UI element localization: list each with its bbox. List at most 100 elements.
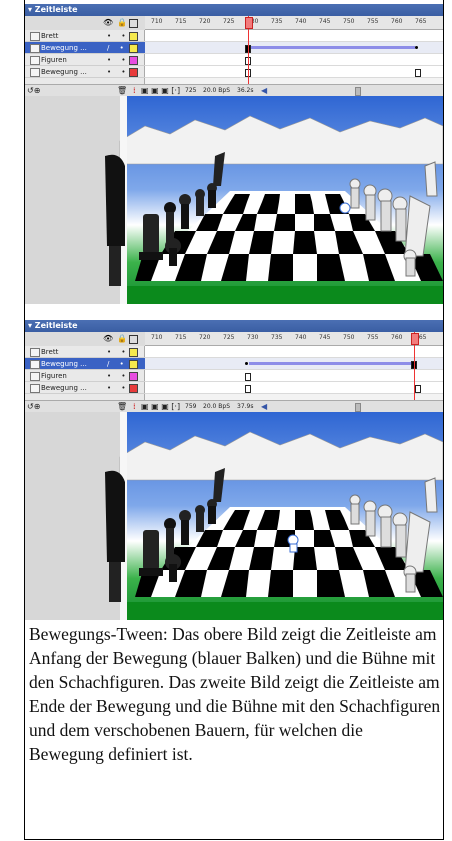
keyframe[interactable] <box>245 385 251 393</box>
chess-stage-image <box>105 96 443 304</box>
eye-icon[interactable]: 👁 <box>103 18 113 27</box>
layer-name: Figuren <box>41 372 67 380</box>
playhead-handle[interactable] <box>411 333 419 345</box>
layer-panel: 👁 🔒 Brett • • Bewegung ... / • • Figuren… <box>25 332 145 400</box>
layer-row-brett[interactable]: Brett • • <box>25 346 145 358</box>
outline-icon[interactable] <box>129 19 138 28</box>
tick-label: 735 <box>271 18 283 25</box>
frame-area[interactable]: 710 715 720 725 730 735 740 745 750 755 … <box>145 16 443 84</box>
layer-name: Bewegung ... <box>41 44 87 52</box>
layer-color-swatch[interactable] <box>129 32 138 41</box>
keyframe[interactable] <box>245 373 251 381</box>
tick-label: 720 <box>199 334 211 341</box>
tick-label: 725 <box>223 334 235 341</box>
layer-row-brett[interactable]: Brett • • <box>25 30 145 42</box>
tick-label: 735 <box>271 334 283 341</box>
layer-color-swatch[interactable] <box>129 372 138 381</box>
tick-label: 755 <box>367 334 379 341</box>
onion-skin-icons[interactable]: ▣ ▣ ▣ [·] <box>141 401 180 412</box>
tick-label: 710 <box>151 18 163 25</box>
layer-color-swatch[interactable] <box>129 384 138 393</box>
scroll-thumb[interactable] <box>355 403 361 412</box>
layer-color-swatch[interactable] <box>129 68 138 77</box>
current-frame: 759 <box>185 403 197 410</box>
layer-color-swatch[interactable] <box>129 44 138 53</box>
current-frame: 725 <box>185 87 197 94</box>
layer-name: Brett <box>41 32 59 40</box>
motion-tween-bar[interactable] <box>251 46 415 49</box>
figure-caption: Bewegungs-Tween: Das obere Bild zeigt di… <box>29 624 441 764</box>
frame-rate: 20.0 BpS <box>203 403 230 410</box>
layer-row-bewegung-selected[interactable]: Bewegung ... / • • <box>25 358 145 370</box>
frame-row[interactable] <box>145 370 443 382</box>
scroll-thumb[interactable] <box>355 87 361 96</box>
layer-icon <box>30 68 40 77</box>
tick-label: 740 <box>295 18 307 25</box>
layer-color-swatch[interactable] <box>129 360 138 369</box>
keyframe-dot[interactable] <box>245 362 248 365</box>
elapsed-time: 37.9s <box>237 403 254 410</box>
keyframe[interactable] <box>415 69 421 77</box>
layer-icon <box>30 372 40 381</box>
frame-row[interactable] <box>145 30 443 42</box>
layer-row-figuren[interactable]: Figuren • • <box>25 370 145 382</box>
trash-icon[interactable]: 🗑 <box>117 401 127 412</box>
frame-row[interactable] <box>145 42 443 54</box>
layer-header: 👁 🔒 <box>25 332 145 346</box>
stage[interactable] <box>25 412 443 620</box>
frame-rate: 20.0 BpS <box>203 87 230 94</box>
timeline-footer: ↺⊕ 🗑 ⁞ ▣ ▣ ▣ [·] 725 20.0 BpS 36.2s ◀ <box>25 84 443 96</box>
center-frame-icon[interactable]: ⁞ <box>133 401 136 412</box>
layer-row-figuren[interactable]: Figuren • • <box>25 54 145 66</box>
frame-row[interactable] <box>145 346 443 358</box>
frame-area[interactable]: 710 715 720 725 730 735 740 745 750 755 … <box>145 332 443 400</box>
tick-label: 760 <box>391 334 403 341</box>
frame-ruler[interactable]: 710 715 720 725 730 735 740 745 750 755 … <box>145 332 443 346</box>
motion-tween-bar[interactable] <box>249 362 411 365</box>
scroll-left-icon[interactable]: ◀ <box>261 401 267 412</box>
frame-row[interactable] <box>145 382 443 394</box>
layer-panel: 👁 🔒 Brett • • Bewegung ... / • • Figuren… <box>25 16 145 84</box>
timeline-footer: ↺⊕ 🗑 ⁞ ▣ ▣ ▣ [·] 759 20.0 BpS 37.9s ◀ <box>25 400 443 412</box>
add-layer-icon[interactable]: ↺⊕ <box>27 401 40 412</box>
tick-label: 720 <box>199 18 211 25</box>
layer-row-bewegung-2[interactable]: Bewegung ... • • <box>25 382 145 394</box>
frame-row[interactable] <box>145 358 443 370</box>
center-frame-icon[interactable]: ⁞ <box>133 85 136 96</box>
outline-icon[interactable] <box>129 335 138 344</box>
onion-skin-icons[interactable]: ▣ ▣ ▣ [·] <box>141 85 180 96</box>
eye-icon[interactable]: 👁 <box>103 334 113 343</box>
layer-icon <box>30 32 40 41</box>
tick-label: 725 <box>223 18 235 25</box>
frame-row[interactable] <box>145 66 443 78</box>
timeline-title[interactable]: ▾ Zeitleiste <box>25 4 443 16</box>
stage[interactable] <box>25 96 443 304</box>
tick-label: 740 <box>295 334 307 341</box>
tick-label: 760 <box>391 18 403 25</box>
frame-row[interactable] <box>145 54 443 66</box>
trash-icon[interactable]: 🗑 <box>117 85 127 96</box>
lock-icon[interactable]: 🔒 <box>117 18 127 27</box>
layer-header: 👁 🔒 <box>25 16 145 30</box>
tick-label: 745 <box>319 18 331 25</box>
lock-icon[interactable]: 🔒 <box>117 334 127 343</box>
layer-icon <box>30 360 40 369</box>
tick-label: 750 <box>343 18 355 25</box>
tick-label: 710 <box>151 334 163 341</box>
tick-label: 765 <box>415 18 427 25</box>
scroll-left-icon[interactable]: ◀ <box>261 85 267 96</box>
keyframe-dot[interactable] <box>415 46 418 49</box>
layer-name: Bewegung ... <box>41 360 87 368</box>
layer-color-swatch[interactable] <box>129 56 138 65</box>
layer-row-bewegung-2[interactable]: Bewegung ... • • <box>25 66 145 78</box>
chess-stage-image <box>105 412 443 620</box>
frame-ruler[interactable]: 710 715 720 725 730 735 740 745 750 755 … <box>145 16 443 30</box>
layer-row-bewegung-selected[interactable]: Bewegung ... / • • <box>25 42 145 54</box>
elapsed-time: 36.2s <box>237 87 254 94</box>
keyframe[interactable] <box>415 385 421 393</box>
playhead-handle[interactable] <box>245 17 253 29</box>
layer-name: Figuren <box>41 56 67 64</box>
timeline-title[interactable]: ▾ Zeitleiste <box>25 320 443 332</box>
layer-color-swatch[interactable] <box>129 348 138 357</box>
add-layer-icon[interactable]: ↺⊕ <box>27 85 40 96</box>
